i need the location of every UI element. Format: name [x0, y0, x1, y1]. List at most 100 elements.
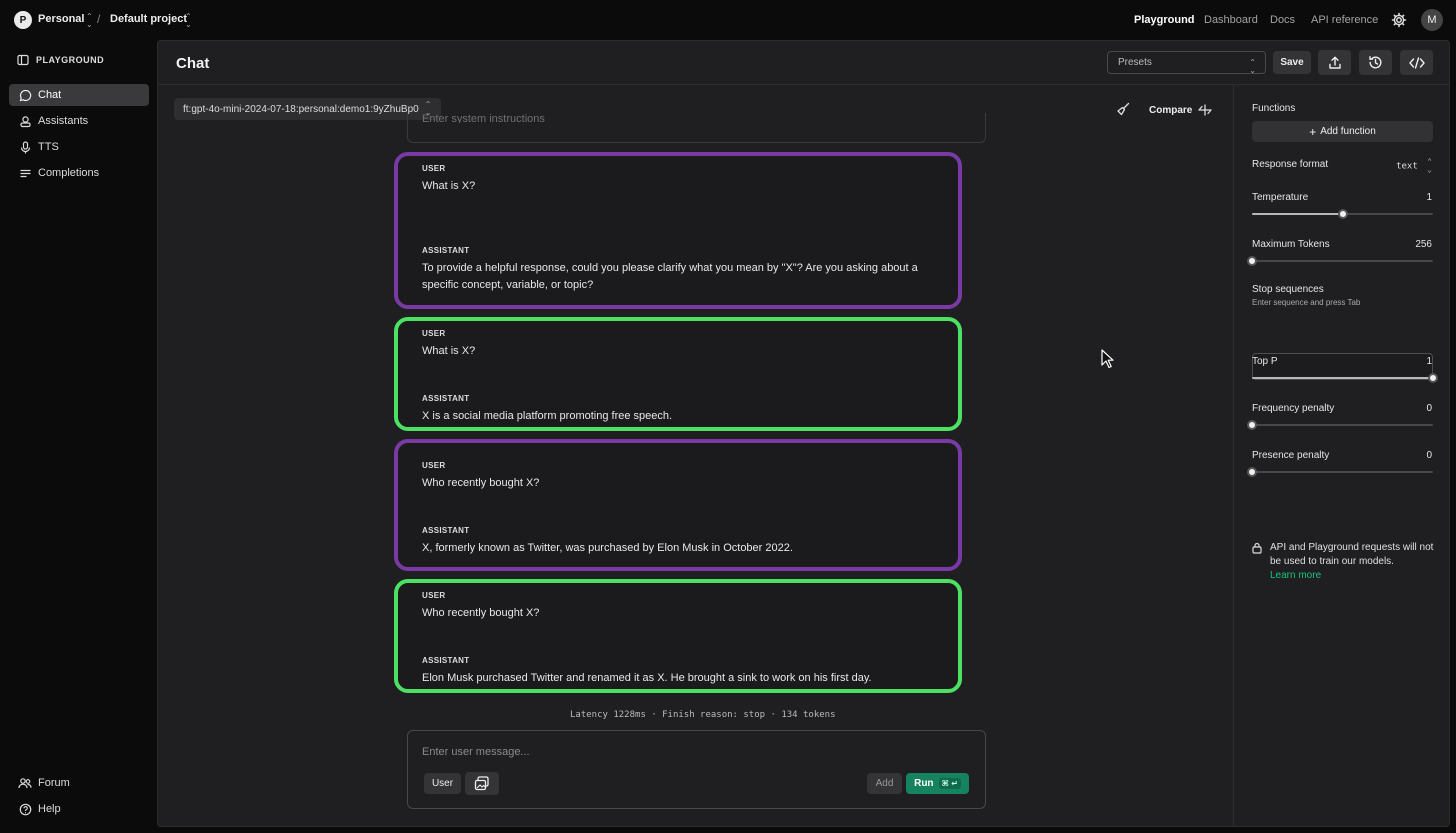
- gear-icon[interactable]: [1391, 12, 1407, 28]
- chat-bubble-icon: [18, 88, 32, 102]
- user-avatar[interactable]: M: [1421, 9, 1443, 31]
- chevron-updown-icon: ⌃ ⌄: [1427, 157, 1432, 174]
- mouse-cursor-icon: [1101, 349, 1114, 369]
- slider-knob[interactable]: [1247, 256, 1257, 266]
- frequency-penalty-slider[interactable]: [1247, 420, 1433, 430]
- save-button[interactable]: Save: [1273, 51, 1311, 74]
- conversation-card: USER Who recently bought X? ASSISTANT El…: [394, 579, 962, 693]
- message-composer: Enter user message... User Add Run ⌘ ↵: [407, 730, 986, 809]
- sidebar-item-label: Forum: [38, 777, 70, 789]
- sidebar-item-help[interactable]: Help: [9, 798, 149, 820]
- attach-image-button[interactable]: [465, 772, 499, 795]
- system-instructions-placeholder: Enter system instructions: [422, 113, 545, 123]
- temperature-value[interactable]: 1: [1426, 192, 1432, 203]
- add-function-label: Add function: [1320, 126, 1376, 137]
- role-toggle-button[interactable]: User: [424, 773, 461, 794]
- user-role-label: USER: [422, 329, 446, 338]
- presets-placeholder: Presets: [1118, 57, 1152, 68]
- presence-penalty-value[interactable]: 0: [1426, 450, 1432, 461]
- model-select[interactable]: ft:gpt-4o-mini-2024-07-18:personal:demo1…: [174, 98, 442, 120]
- max-tokens-slider[interactable]: [1247, 256, 1433, 266]
- nav-docs[interactable]: Docs: [1270, 14, 1295, 26]
- presence-penalty-slider[interactable]: [1247, 467, 1433, 477]
- sidebar-item-forum[interactable]: Forum: [9, 772, 149, 794]
- conversation-card: USER What is X? ASSISTANT X is a social …: [394, 317, 962, 431]
- compare-icon: [1198, 104, 1213, 116]
- top-p-label: Top P: [1252, 356, 1278, 367]
- stop-sequences-hint: Enter sequence and press Tab: [1252, 298, 1361, 307]
- lock-icon: [1252, 542, 1262, 554]
- assistant-message[interactable]: X is a social media platform promoting f…: [422, 408, 942, 425]
- max-tokens-label: Maximum Tokens: [1252, 239, 1330, 250]
- sidebar-item-label: Completions: [38, 167, 100, 179]
- slider-knob[interactable]: [1247, 420, 1257, 430]
- sidebar-item-assistants[interactable]: Assistants: [9, 110, 149, 132]
- conversation-card: USER What is X? ASSISTANT To provide a h…: [394, 152, 962, 309]
- clear-broom-icon[interactable]: [1116, 102, 1130, 116]
- org-avatar[interactable]: P: [14, 11, 32, 29]
- response-format-value: text: [1396, 161, 1418, 172]
- history-icon: [1369, 56, 1382, 69]
- chevron-updown-icon[interactable]: ⌃ ⌄: [86, 13, 93, 29]
- temperature-slider[interactable]: [1252, 209, 1433, 219]
- learn-more-link[interactable]: Learn more: [1252, 569, 1437, 583]
- latency-info: Latency 1228ms · Finish reason: stop · 1…: [570, 710, 836, 720]
- assistant-icon: [18, 114, 32, 128]
- nav-playground[interactable]: Playground: [1134, 14, 1195, 26]
- sidebar-item-tts[interactable]: TTS: [9, 136, 149, 158]
- sidebar-item-completions[interactable]: Completions: [9, 162, 149, 184]
- assistant-role-label: ASSISTANT: [422, 526, 470, 535]
- assistant-role-label: ASSISTANT: [422, 656, 470, 665]
- frequency-penalty-value[interactable]: 0: [1426, 403, 1432, 414]
- add-function-button[interactable]: + Add function: [1252, 121, 1433, 142]
- people-icon: [18, 776, 32, 790]
- sidebar-item-label: TTS: [38, 141, 59, 153]
- share-button[interactable]: [1318, 50, 1351, 75]
- slider-knob[interactable]: [1337, 209, 1348, 219]
- assistant-message[interactable]: Elon Musk purchased Twitter and renamed …: [422, 670, 942, 687]
- compare-button[interactable]: Compare: [1149, 104, 1213, 116]
- slider-knob[interactable]: [1247, 467, 1257, 477]
- nav-dashboard[interactable]: Dashboard: [1204, 14, 1258, 26]
- sidebar-header[interactable]: PLAYGROUND: [17, 54, 104, 66]
- assistant-role-label: ASSISTANT: [422, 246, 470, 255]
- add-message-button[interactable]: Add: [867, 773, 902, 794]
- top-p-slider[interactable]: [1252, 373, 1438, 383]
- max-tokens-value[interactable]: 256: [1415, 239, 1432, 250]
- sidebar-toggle-icon[interactable]: [17, 54, 29, 66]
- project-switcher[interactable]: Default project: [110, 13, 187, 25]
- temperature-label: Temperature: [1252, 192, 1309, 203]
- response-format-select[interactable]: text ⌃ ⌄: [1396, 158, 1432, 174]
- run-button[interactable]: Run ⌘ ↵: [906, 773, 969, 794]
- assistant-message[interactable]: To provide a helpful response, could you…: [422, 260, 942, 294]
- assistant-role-label: ASSISTANT: [422, 394, 470, 403]
- stop-sequences-input[interactable]: [1252, 353, 1433, 380]
- main-panel: Chat Presets ⌃ ⌄ Save ft:gpt-4o-mini-2024…: [157, 40, 1450, 827]
- org-switcher[interactable]: Personal: [38, 13, 84, 25]
- response-format-label: Response format: [1252, 159, 1329, 170]
- presets-select[interactable]: Presets ⌃ ⌄: [1107, 51, 1266, 75]
- sidebar-item-label: Help: [38, 803, 61, 815]
- assistant-message[interactable]: X, formerly known as Twitter, was purcha…: [422, 540, 942, 557]
- model-name: ft:gpt-4o-mini-2024-07-18:personal:demo1…: [183, 103, 419, 115]
- sidebar-item-label: Chat: [38, 89, 62, 101]
- user-message[interactable]: What is X?: [422, 343, 942, 360]
- functions-label: Functions: [1252, 103, 1296, 114]
- top-p-value[interactable]: 1: [1426, 356, 1432, 367]
- plus-icon: +: [1309, 124, 1317, 139]
- history-button[interactable]: [1359, 50, 1392, 75]
- user-message[interactable]: Who recently bought X?: [422, 605, 942, 622]
- user-message[interactable]: What is X?: [422, 178, 942, 195]
- view-code-button[interactable]: [1400, 50, 1433, 75]
- user-message[interactable]: Who recently bought X?: [422, 475, 942, 492]
- page-title: Chat: [176, 55, 210, 72]
- question-icon: [18, 802, 32, 816]
- frequency-penalty-label: Frequency penalty: [1252, 403, 1335, 414]
- user-message-input[interactable]: Enter user message...: [422, 746, 530, 758]
- slider-knob[interactable]: [1428, 373, 1438, 383]
- run-label: Run: [914, 778, 934, 789]
- nav-api-reference[interactable]: API reference: [1311, 14, 1378, 26]
- sidebar-item-chat[interactable]: Chat: [9, 84, 149, 106]
- conversation-card: USER Who recently bought X? ASSISTANT X,…: [394, 439, 962, 571]
- chevron-updown-icon[interactable]: ⌃ ⌄: [185, 13, 192, 29]
